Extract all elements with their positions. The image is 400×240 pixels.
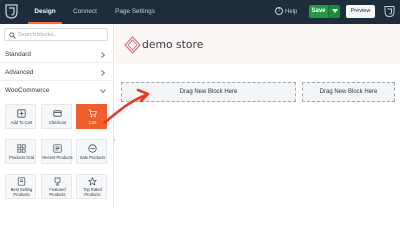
tab-page-settings[interactable]: Page Settings [111,0,159,24]
block-label: Best Selling Products [10,187,33,197]
block-label: Add To Cart [10,120,33,125]
tab-page-settings-label: Page Settings [115,8,155,15]
search-blocks-input[interactable] [18,30,106,39]
block-recent-products[interactable]: Recent Products [41,139,73,164]
tab-design-label: Design [34,8,56,15]
chevron-down-icon [332,9,338,13]
block-label: Recent Products [42,155,73,160]
demo-store-logo-icon [124,36,141,54]
seedprod-logo-icon [5,4,18,19]
section-advanced[interactable]: Advanced [0,65,113,81]
block-best-selling-products[interactable]: Best Selling Products [5,174,36,199]
block-sale-products[interactable]: Sale Products [76,139,107,164]
block-featured-products[interactable]: Featured Products [41,174,72,199]
block-products-grid[interactable]: Products Grid [5,139,36,164]
chevron-down-icon [100,89,106,93]
tab-design[interactable]: Design [28,0,62,24]
section-advanced-label: Advanced [5,69,34,76]
cart-icon [88,109,97,118]
help-label: Help [285,9,298,15]
save-options-button[interactable] [328,5,340,18]
tab-connect-label: Connect [73,8,97,15]
block-add-to-cart[interactable]: Add To Cart [5,104,36,129]
best-selling-icon [17,177,26,186]
header-section[interactable]: demo store [115,24,400,64]
block-label: Cart [88,120,97,125]
help-icon: ? [275,7,283,16]
chevron-right-icon [101,70,105,76]
drop-zone[interactable]: Drag New Block Here [121,82,296,102]
block-cart[interactable]: Cart [76,104,107,129]
sale-products-icon [88,144,97,153]
block-label: Featured Products [49,187,66,197]
top-rated-icon [88,177,97,186]
block-label: Sale Products [79,155,106,160]
section-woocommerce[interactable]: WooCommerce [0,83,113,99]
section-woocommerce-label: WooCommerce [5,87,50,94]
section-standard-label: Standard [5,51,31,58]
block-checkout[interactable]: Checkout [41,104,72,129]
section-standard[interactable]: Standard [0,47,113,63]
drop-zone[interactable]: Drag New Block Here [302,82,395,102]
block-label: Products Grid [8,155,35,160]
tab-connect[interactable]: Connect [68,0,102,24]
top-bar: Design Connect Page Settings ? Help Save … [0,0,400,24]
featured-products-icon [54,177,61,186]
close-builder-icon[interactable] [383,5,396,18]
recent-products-icon [53,144,62,153]
brand-name: demo store [142,38,204,51]
block-label: Top Rated Products [83,187,102,197]
search-icon [9,32,16,39]
search-box[interactable] [4,28,108,41]
checkout-icon [53,110,62,117]
chevron-right-icon [101,52,105,58]
block-top-rated-products[interactable]: Top Rated Products [76,174,107,199]
preview-button[interactable]: Preview [346,5,375,18]
cart-add-icon [17,109,26,118]
save-button[interactable]: Save [309,5,328,18]
help-link[interactable]: ? Help [275,0,297,24]
page-canvas: demo store Drag New Block Here Drag New … [115,24,400,207]
block-label: Checkout [48,120,67,125]
products-grid-icon [17,144,26,153]
